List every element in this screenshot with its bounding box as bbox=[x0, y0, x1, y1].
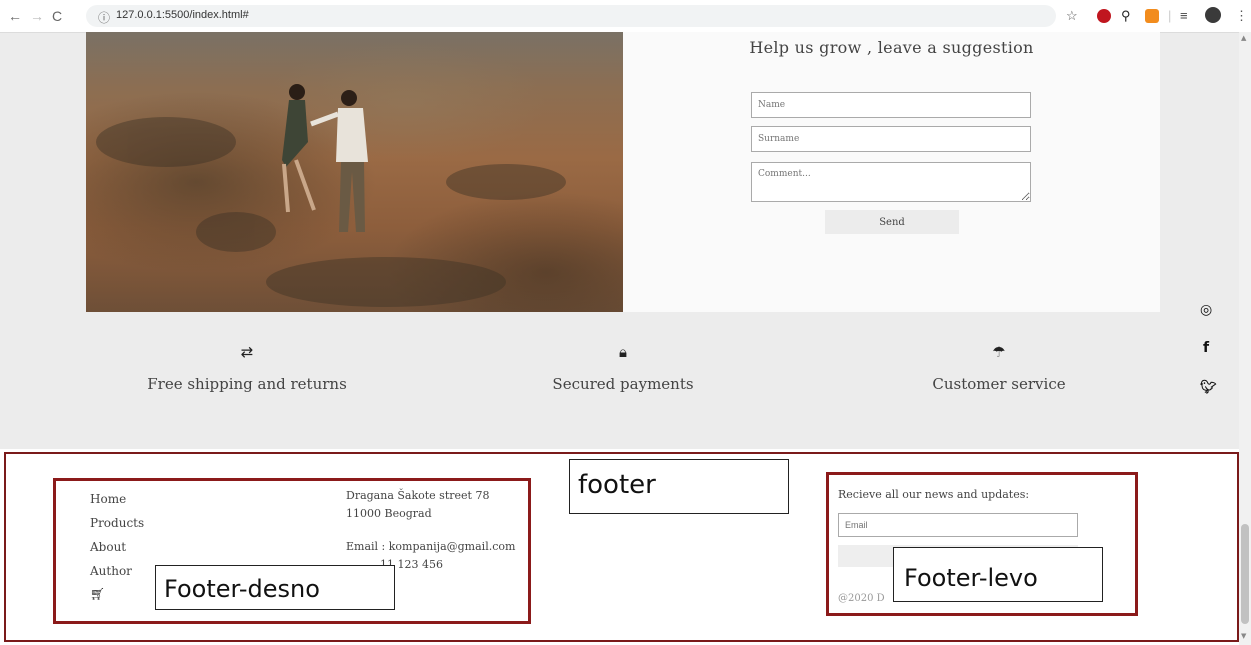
name-input[interactable] bbox=[751, 92, 1031, 118]
footer-levo-annotation-label: Footer-levo bbox=[893, 547, 1103, 602]
send-button[interactable]: Send bbox=[825, 210, 959, 234]
menu-dots-icon[interactable]: ⋮ bbox=[1235, 8, 1248, 24]
feature-label: Free shipping and returns bbox=[147, 375, 347, 393]
surname-input[interactable] bbox=[751, 126, 1031, 152]
comment-textarea[interactable] bbox=[751, 162, 1031, 202]
umbrella-icon: ☂ bbox=[992, 343, 1006, 361]
back-arrow-icon[interactable]: ← bbox=[8, 8, 22, 24]
retweet-icon: ⇄ bbox=[240, 343, 254, 361]
ublock-icon[interactable] bbox=[1097, 9, 1111, 23]
facebook-icon[interactable]: f bbox=[1203, 340, 1209, 356]
twitter-icon[interactable]: 🐦︎ bbox=[1200, 380, 1217, 395]
footer-desno-annotation-label: Footer-desno bbox=[155, 565, 395, 610]
instagram-icon[interactable]: ◎ bbox=[1200, 302, 1212, 318]
form-title: Help us grow , leave a suggestion bbox=[749, 38, 1034, 57]
star-bookmark-icon[interactable]: ☆ bbox=[1066, 8, 1078, 24]
search-extension-icon[interactable]: ⚲ bbox=[1121, 8, 1131, 24]
feature-label: Secured payments bbox=[552, 375, 694, 393]
scroll-down-arrow-icon[interactable]: ▼ bbox=[1241, 632, 1246, 640]
info-icon[interactable]: ⓘ bbox=[98, 9, 110, 26]
footer-annotation-label: footer bbox=[569, 459, 789, 514]
feature-service: ☂ Customer service bbox=[849, 343, 1149, 393]
page-scrollbar[interactable]: ▲ ▼ bbox=[1239, 32, 1251, 645]
feature-label: Customer service bbox=[932, 375, 1066, 393]
lock-icon: 🔒︎ bbox=[619, 343, 627, 361]
hero-photo bbox=[86, 32, 623, 312]
reading-list-icon[interactable]: ≡ bbox=[1180, 8, 1188, 23]
reload-icon[interactable]: C bbox=[52, 8, 62, 24]
forward-arrow-icon[interactable]: → bbox=[30, 8, 44, 24]
feature-shipping: ⇄ Free shipping and returns bbox=[97, 343, 397, 393]
scroll-up-arrow-icon[interactable]: ▲ bbox=[1241, 34, 1246, 42]
avatar[interactable] bbox=[1205, 7, 1221, 23]
separator-icon: | bbox=[1168, 8, 1172, 23]
suggestion-form: Help us grow , leave a suggestion Send bbox=[623, 32, 1160, 312]
feature-payments: 🔒︎ Secured payments bbox=[473, 343, 773, 393]
url-text: 127.0.0.1:5500/index.html# bbox=[116, 9, 249, 21]
browser-toolbar: ← → C ⓘ 127.0.0.1:5500/index.html# ☆ ⚲ |… bbox=[0, 0, 1251, 33]
rss-icon[interactable] bbox=[1145, 9, 1159, 23]
scroll-thumb[interactable] bbox=[1241, 524, 1249, 624]
